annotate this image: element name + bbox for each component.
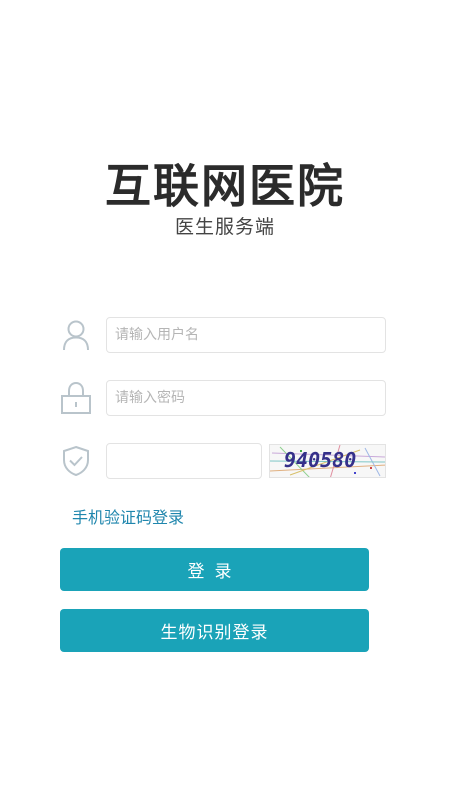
username-row: [60, 317, 390, 353]
sms-login-link[interactable]: 手机验证码登录: [72, 504, 184, 528]
captcha-input[interactable]: [106, 443, 262, 479]
username-input[interactable]: [106, 317, 386, 353]
user-icon: [60, 317, 92, 353]
biometric-login-button[interactable]: 生物识别登录: [60, 609, 369, 652]
captcha-text: 940580: [284, 448, 357, 472]
shield-check-icon: [60, 443, 92, 479]
captcha-row: 940580: [60, 443, 390, 479]
lock-icon: [60, 380, 92, 416]
password-row: [60, 380, 390, 416]
password-input[interactable]: [106, 380, 386, 416]
login-button[interactable]: 登录: [60, 548, 369, 591]
app-title: 互联网医院: [105, 159, 345, 213]
app-subtitle: 医生服务端: [174, 216, 275, 238]
captcha-image[interactable]: 940580: [269, 444, 386, 478]
